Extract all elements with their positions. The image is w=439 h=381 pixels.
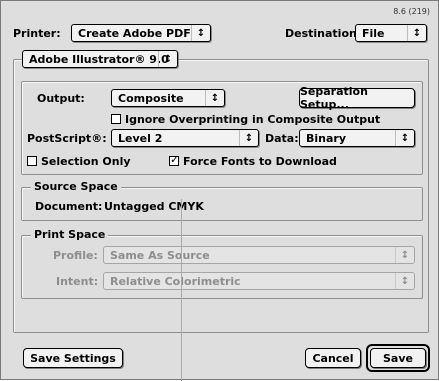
selection-only-checkbox[interactable]: Selection Only	[27, 155, 131, 168]
checkmark-icon: ✓	[170, 153, 180, 166]
ignore-overprinting-label: Ignore Overprinting in Composite Output	[125, 113, 381, 126]
popup-arrows-icon: ↕	[395, 273, 414, 289]
profile-label: Profile:	[53, 249, 98, 262]
data-popup-value: Binary	[306, 131, 347, 145]
data-label: Data:	[265, 132, 299, 145]
intent-popup-value: Relative Colorimetric	[110, 274, 241, 288]
popup-arrows-icon: ↕	[239, 130, 258, 146]
source-space-title: Source Space	[31, 180, 121, 193]
print-space-title: Print Space	[31, 228, 109, 241]
save-button[interactable]: Save	[370, 348, 426, 368]
destination-popup[interactable]: File ↕	[355, 24, 427, 42]
popup-arrows-icon: ↕	[158, 51, 177, 67]
output-popup-value: Composite	[118, 91, 184, 105]
postscript-popup[interactable]: Level 2 ↕	[111, 129, 259, 147]
force-fonts-checkbox[interactable]: ✓ Force Fonts to Download	[169, 153, 337, 168]
profile-popup-value: Same As Source	[110, 248, 210, 262]
document-value: Untagged CMYK	[104, 200, 204, 213]
profile-popup[interactable]: Same As Source ↕	[103, 246, 415, 264]
checkbox-box: ✓	[169, 153, 180, 166]
popup-arrows-icon: ↕	[205, 90, 224, 106]
postscript-popup-value: Level 2	[118, 131, 163, 145]
panel-popup[interactable]: Adobe Illustrator® 9.0 ↕	[22, 50, 178, 68]
save-settings-button[interactable]: Save Settings	[23, 348, 123, 368]
popup-arrows-icon: ↕	[395, 130, 414, 146]
popup-arrows-icon: ↕	[407, 25, 426, 41]
force-fonts-label: Force Fonts to Download	[183, 155, 337, 168]
panel-popup-value: Adobe Illustrator® 9.0	[29, 52, 169, 66]
intent-label: Intent:	[56, 275, 99, 288]
selection-only-label: Selection Only	[41, 155, 131, 168]
printer-popup[interactable]: Create Adobe PDF ↕	[71, 24, 211, 42]
printer-label: Printer:	[13, 27, 61, 40]
cancel-button[interactable]: Cancel	[305, 348, 361, 368]
overlay-guide-line	[181, 199, 182, 381]
printer-popup-value: Create Adobe PDF	[78, 26, 191, 40]
checkbox-box	[27, 156, 37, 166]
checkbox-box	[111, 114, 121, 124]
postscript-label: PostScript®:	[27, 132, 107, 145]
popup-arrows-icon: ↕	[395, 247, 414, 263]
intent-popup[interactable]: Relative Colorimetric ↕	[103, 272, 415, 290]
document-label: Document:	[35, 200, 103, 213]
output-label: Output:	[37, 92, 85, 105]
version-label: 8.6 (219)	[393, 7, 430, 16]
destination-popup-value: File	[362, 26, 385, 40]
output-popup[interactable]: Composite ↕	[111, 89, 225, 107]
ignore-overprinting-checkbox[interactable]: Ignore Overprinting in Composite Output	[111, 113, 380, 126]
separation-setup-button[interactable]: Separation Setup...	[299, 85, 415, 111]
popup-arrows-icon: ↕	[191, 25, 210, 41]
print-dialog: 8.6 (219) Printer: Create Adobe PDF ↕ De…	[0, 0, 439, 381]
data-popup[interactable]: Binary ↕	[299, 129, 415, 147]
destination-label: Destination:	[285, 27, 362, 40]
